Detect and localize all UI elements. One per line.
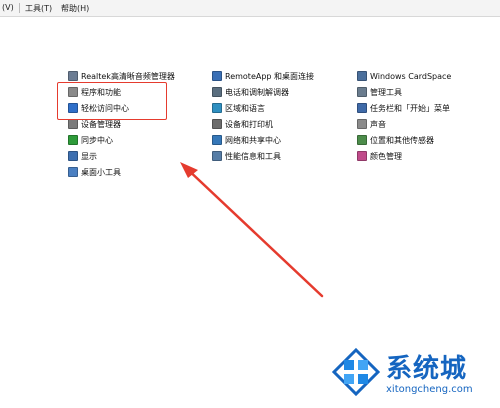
watermark-url: xitongcheng.com	[386, 384, 473, 395]
xitongcheng-logo-icon	[331, 347, 381, 397]
watermark-title: 系统城	[386, 354, 468, 384]
watermark: 系统城 xitongcheng.com	[330, 344, 490, 402]
